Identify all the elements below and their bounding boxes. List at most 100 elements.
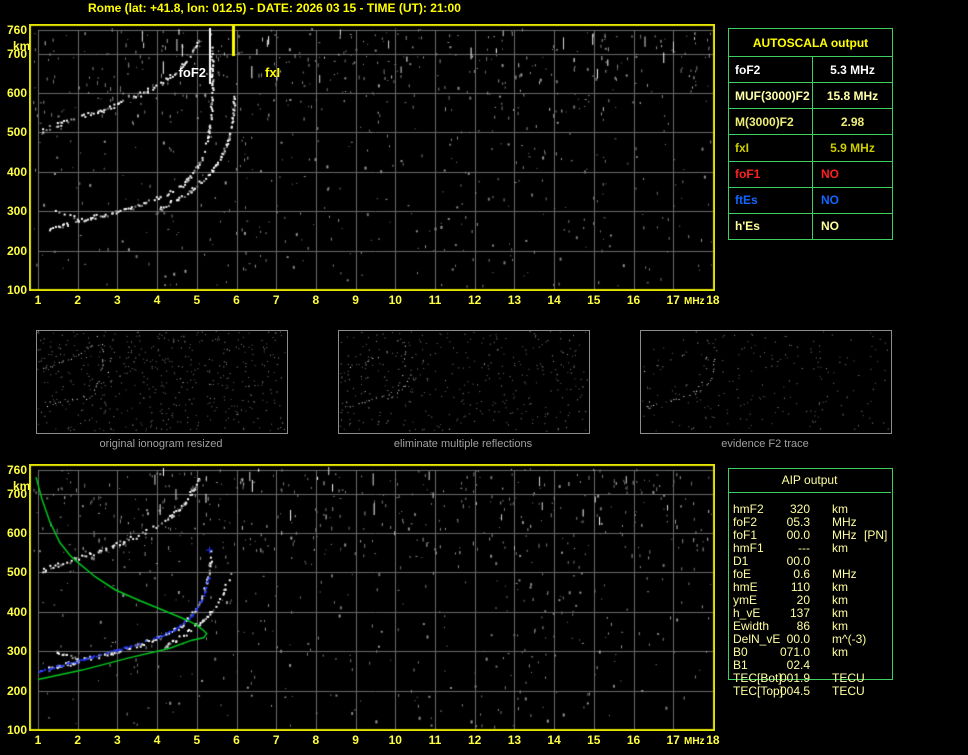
autoscala-row-m3000f2: M(3000)F2 2.98 <box>729 109 892 136</box>
x-tick-label: 17 <box>666 733 680 747</box>
autoscala-row-label: h'Es <box>729 213 813 239</box>
y-tick-label: 760 <box>6 23 27 37</box>
fxi-marker-label: fxI <box>265 65 281 80</box>
x-tick-label: 4 <box>153 733 161 747</box>
y-tick-label: 400 <box>6 604 27 619</box>
x-tick-label: 14 <box>547 733 561 747</box>
x-tick-label: 10 <box>388 293 402 307</box>
y-tick-label: 500 <box>6 125 27 140</box>
thumbnail-caption-original: original ionogram resized <box>99 438 223 450</box>
autoscala-row-value: 5.9 MHz <box>830 140 875 155</box>
autoscala-row-fof1: foF1 NO <box>729 161 892 188</box>
bottom-ionogram-canvas <box>29 464 715 731</box>
x-tick-label: 5 <box>193 293 201 307</box>
aip-row-tectop: TEC[Top] 004.5 TECU <box>728 685 891 698</box>
x-tick-label: 9 <box>352 733 359 747</box>
x-tick-label: 12 <box>468 733 482 747</box>
autoscala-output-table: AUTOSCALA output foF2 5.3 MHz MUF(3000)F2 1… <box>728 28 893 240</box>
autoscala-row-ftes: ftEs NO <box>729 187 892 214</box>
x-tick-label: 8 <box>312 733 320 747</box>
x-tick-label: 18 <box>706 293 720 307</box>
x-tick-label: 5 <box>193 733 201 747</box>
x-tick-label: 2 <box>74 733 82 747</box>
x-tick-label: 7 <box>272 733 280 747</box>
autoscala-row-label: foF2 <box>729 57 813 83</box>
thumbnail-evidence-canvas <box>641 331 891 433</box>
y-axis-unit: km <box>13 39 31 53</box>
y-tick-label: 600 <box>6 86 27 101</box>
thumbnail-caption-eliminate: eliminate multiple reflections <box>393 438 533 450</box>
x-tick-label: 1 <box>34 293 42 307</box>
autoscala-row-fxi: fxI 5.9 MHz <box>729 135 892 162</box>
autoscala-row-label: foF1 <box>729 161 813 187</box>
aip-row-unit: km <box>832 645 848 659</box>
aip-row-value: 004.5 <box>779 684 810 698</box>
x-tick-label: 18 <box>706 733 720 747</box>
x-tick-label: 15 <box>587 733 601 747</box>
x-tick-label: 11 <box>428 733 442 747</box>
autoscala-table-title: AUTOSCALA output <box>729 29 892 57</box>
x-axis-unit: MHz <box>684 736 705 747</box>
x-tick-label: 13 <box>507 733 522 747</box>
autoscala-row-value: 15.8 MHz <box>826 88 879 103</box>
x-tick-label: 6 <box>233 733 240 747</box>
thumbnail-original-canvas <box>37 331 287 433</box>
x-tick-label: 9 <box>352 293 359 307</box>
x-tick-label: 10 <box>388 733 402 747</box>
autoscala-row-value: NO <box>821 193 839 208</box>
y-tick-label: 760 <box>6 463 27 477</box>
x-tick-label: 12 <box>468 293 482 307</box>
top-ionogram-canvas <box>29 24 715 291</box>
y-tick-label: 300 <box>6 644 27 659</box>
bottom-ionogram-plot <box>29 464 715 731</box>
page-title: Rome (lat: +41.8, lon: 012.5) - DATE: 20… <box>88 1 461 15</box>
thumbnail-evidence-f2 <box>640 330 892 434</box>
aip-table-title: AIP output <box>728 468 891 493</box>
y-tick-label: 100 <box>6 282 27 297</box>
aip-row-unit: TECU <box>832 684 865 698</box>
x-tick-label: 4 <box>153 293 161 307</box>
thumbnail-eliminate-canvas <box>339 331 589 433</box>
autoscala-row-value: NO <box>821 219 839 234</box>
top-ionogram-plot: foF2 fxI <box>29 24 715 291</box>
autoscala-row-value: NO <box>821 167 839 182</box>
x-tick-label: 1 <box>34 733 42 747</box>
y-tick-label: 200 <box>6 683 27 698</box>
autoscala-output-screen: Rome (lat: +41.8, lon: 012.5) - DATE: 20… <box>0 0 968 755</box>
x-tick-label: 16 <box>626 293 641 307</box>
aip-row-extra: [PN] <box>864 528 888 542</box>
y-tick-label: 200 <box>6 243 27 258</box>
autoscala-row-label: fxI <box>729 135 813 161</box>
autoscala-row-label: M(3000)F2 <box>729 109 813 135</box>
x-tick-label: 17 <box>666 293 680 307</box>
x-tick-label: 16 <box>626 733 641 747</box>
autoscala-row-fof2: foF2 5.3 MHz <box>729 57 892 84</box>
autoscala-row-value: 5.3 MHz <box>830 62 875 77</box>
y-tick-label: 600 <box>6 526 27 541</box>
autoscala-row-muf3000f2: MUF(3000)F2 15.8 MHz <box>729 83 892 110</box>
aip-row-unit: km <box>832 541 848 555</box>
x-tick-label: 11 <box>428 293 442 307</box>
autoscala-row-label: ftEs <box>729 187 813 213</box>
y-tick-label: 400 <box>6 164 27 179</box>
x-tick-label: 6 <box>233 293 240 307</box>
y-tick-label: 500 <box>6 565 27 580</box>
x-tick-label: 3 <box>114 293 121 307</box>
x-tick-label: 14 <box>547 293 561 307</box>
x-tick-label: 2 <box>74 293 82 307</box>
x-tick-label: 8 <box>312 293 320 307</box>
autoscala-row-hes: h'Es NO <box>729 213 892 239</box>
thumbnail-caption-evidence: evidence F2 trace <box>721 438 809 450</box>
y-tick-label: 300 <box>6 204 27 219</box>
autoscala-row-value: 2.98 <box>840 114 865 129</box>
y-axis-unit: km <box>13 479 31 493</box>
thumbnail-original-ionogram <box>36 330 288 434</box>
x-tick-label: 7 <box>272 293 280 307</box>
y-tick-label: 100 <box>6 722 27 737</box>
x-tick-label: 15 <box>587 293 601 307</box>
thumbnail-eliminate-reflections <box>338 330 590 434</box>
x-axis-unit: MHz <box>684 296 705 307</box>
x-tick-label: 3 <box>114 733 121 747</box>
x-tick-label: 13 <box>507 293 522 307</box>
autoscala-row-label: MUF(3000)F2 <box>729 83 813 109</box>
